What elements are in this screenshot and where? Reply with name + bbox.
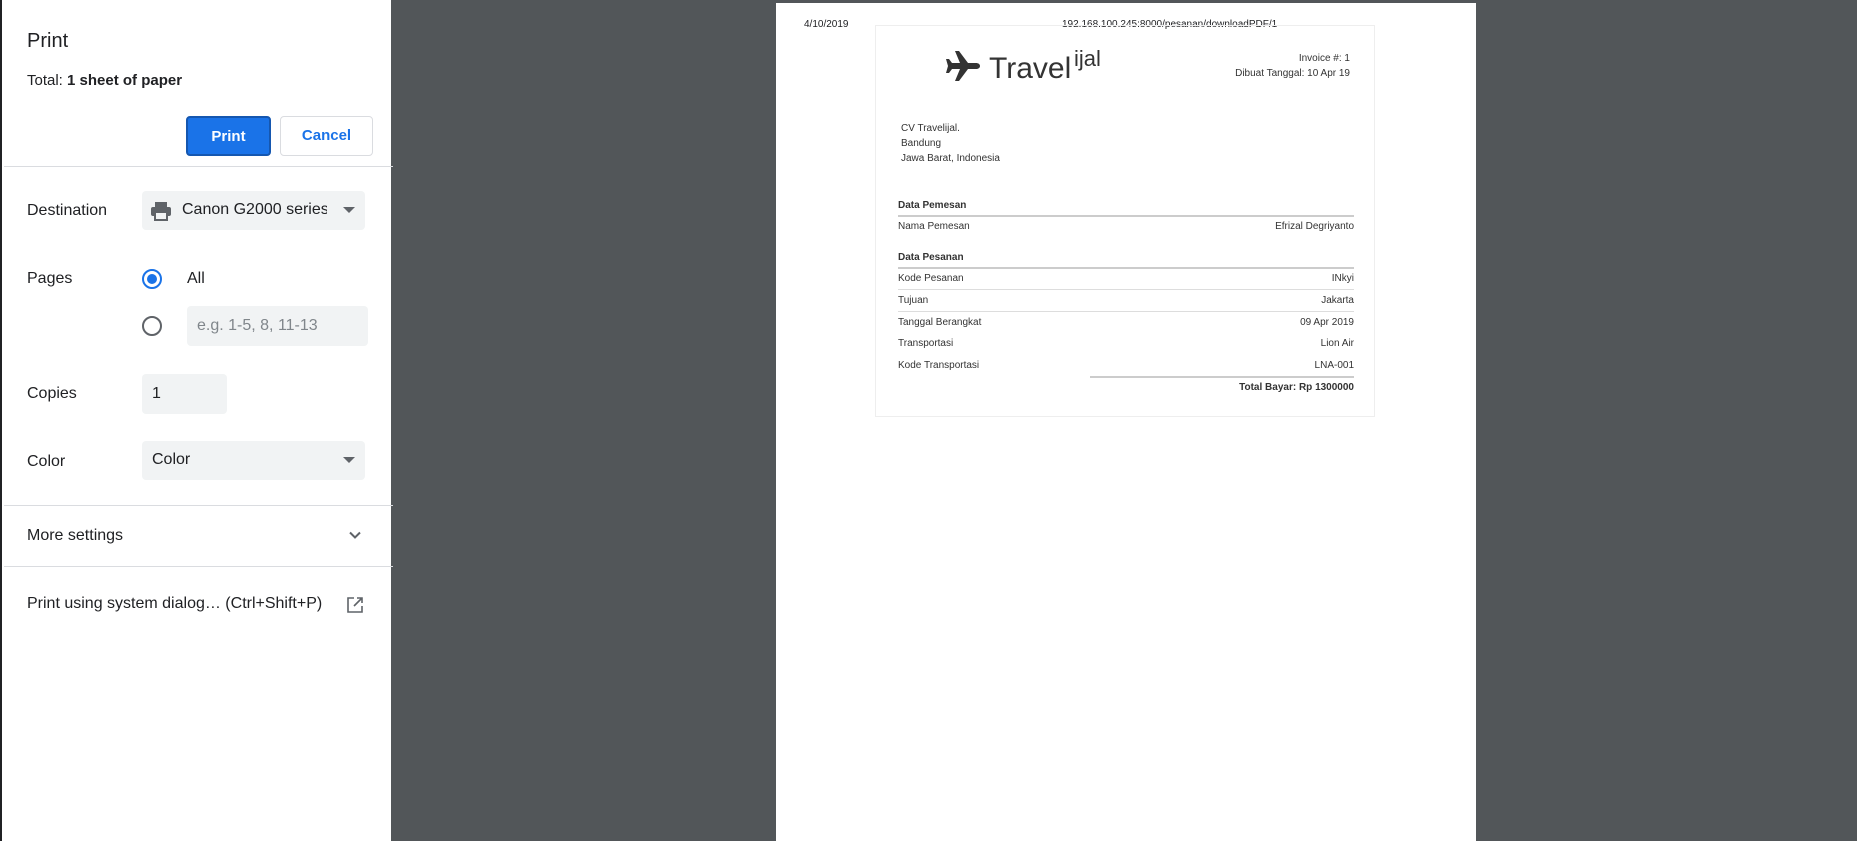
row-value: Lion Air xyxy=(1320,338,1354,349)
divider xyxy=(4,505,393,506)
address-line: CV Travelijal. xyxy=(901,123,960,134)
row-key: Tanggal Berangkat xyxy=(898,317,982,328)
color-label: Color xyxy=(27,453,66,470)
section-title-pesanan: Data Pesanan xyxy=(898,252,964,263)
row-value: INkyi xyxy=(1331,273,1354,284)
color-value: Color xyxy=(152,451,191,468)
copies-input[interactable] xyxy=(142,374,227,414)
row-key: Tujuan xyxy=(898,295,929,306)
pages-all-radio[interactable] xyxy=(142,269,162,289)
total-amount: Total Bayar: Rp 1300000 xyxy=(1239,382,1354,393)
destination-value: Canon G2000 series xyxy=(182,201,327,218)
page-header-date: 4/10/2019 xyxy=(804,19,849,30)
pages-all-label[interactable]: All xyxy=(187,270,205,288)
more-settings-toggle[interactable]: More settings xyxy=(27,527,123,545)
address-line: Bandung xyxy=(901,138,942,149)
row-value: 09 Apr 2019 xyxy=(1300,317,1354,328)
divider xyxy=(898,215,1354,217)
row-value: Jakarta xyxy=(1321,295,1354,306)
panel-title: Print xyxy=(27,30,69,52)
divider xyxy=(898,289,1354,290)
printer-icon xyxy=(150,201,172,226)
invoice-card: Travel ijal Invoice #: 1 Dibuat Tanggal:… xyxy=(875,25,1375,417)
row-value: LNA-001 xyxy=(1314,360,1354,371)
system-dialog-link[interactable]: Print using system dialog… (Ctrl+Shift+P… xyxy=(27,595,322,613)
destination-label: Destination xyxy=(27,202,108,219)
print-button[interactable]: Print xyxy=(186,116,271,156)
cancel-button[interactable]: Cancel xyxy=(280,116,373,156)
chevron-down-icon xyxy=(343,457,355,463)
sheet-total-prefix: Total: xyxy=(27,72,63,89)
chevron-down-icon xyxy=(343,207,355,213)
divider xyxy=(898,267,1354,269)
pages-custom-radio[interactable] xyxy=(142,316,162,336)
chevron-down-icon[interactable] xyxy=(348,528,362,547)
address-line: Jawa Barat, Indonesia xyxy=(901,153,1000,164)
open-in-new-icon[interactable] xyxy=(346,596,364,619)
brand-suffix: ijal xyxy=(1074,46,1101,71)
sheet-total-value: 1 sheet of paper xyxy=(67,72,183,89)
color-select[interactable]: Color xyxy=(142,441,365,480)
brand-name: Travel xyxy=(989,52,1072,85)
row-key: Nama Pemesan xyxy=(898,221,970,232)
row-value: Efrizal Degriyanto xyxy=(1275,221,1354,232)
section-title-pemesan: Data Pemesan xyxy=(898,200,967,211)
print-settings-panel: Print Total: 1 sheet of paper Print Canc… xyxy=(0,0,393,841)
divider xyxy=(4,566,393,567)
pages-label: Pages xyxy=(27,270,73,287)
divider xyxy=(4,166,393,167)
divider xyxy=(1090,376,1354,378)
airplane-icon xyxy=(946,50,982,87)
sheet-total: Total: 1 sheet of paper xyxy=(27,72,182,89)
invoice-number: Invoice #: 1 xyxy=(1298,53,1350,64)
row-key: Transportasi xyxy=(898,338,954,349)
print-preview-page: 4/10/2019 192.168.100.245:8000/pesanan/d… xyxy=(776,3,1476,841)
invoice-date: Dibuat Tanggal: 10 Apr 19 xyxy=(1235,68,1350,79)
divider xyxy=(898,311,1354,312)
destination-select[interactable]: Canon G2000 series xyxy=(142,191,365,230)
pages-range-input[interactable] xyxy=(187,306,368,346)
copies-label: Copies xyxy=(27,385,77,402)
row-key: Kode Pesanan xyxy=(898,273,964,284)
row-key: Kode Transportasi xyxy=(898,360,980,371)
